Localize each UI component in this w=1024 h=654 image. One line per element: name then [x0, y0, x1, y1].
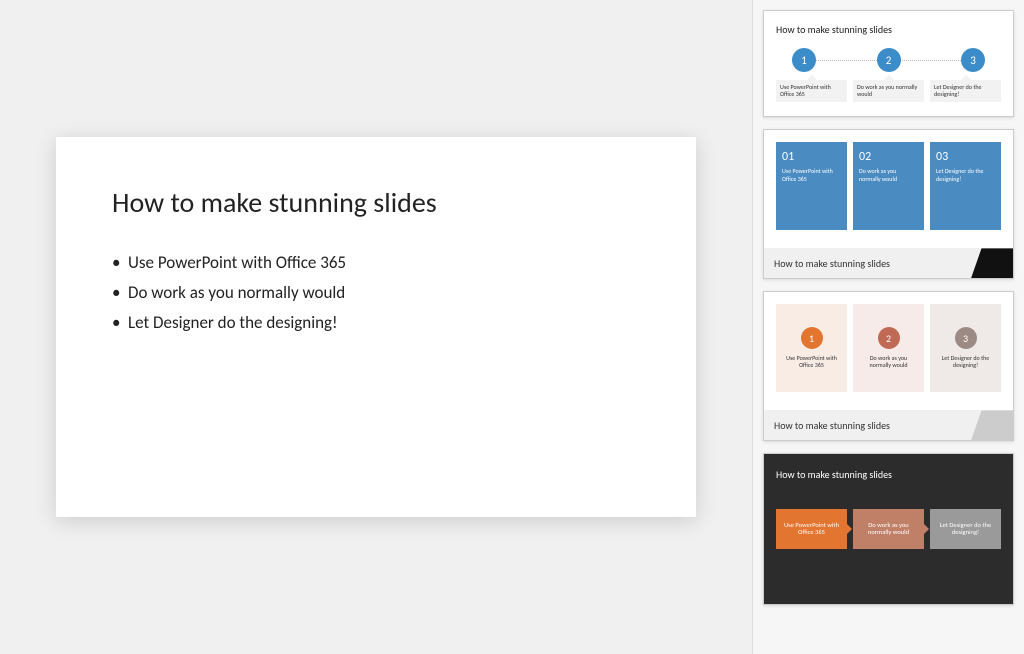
chevron-tile: Let Designer do the designing!: [930, 509, 1001, 549]
design-title: How to make stunning slides: [776, 468, 1001, 481]
slide-canvas[interactable]: How to make stunning slides Use PowerPoi…: [0, 0, 752, 654]
chevron-tile: Do work as you normally would: [853, 509, 924, 549]
tile: 1 Use PowerPoint with Office 365: [776, 304, 847, 392]
bullet-item[interactable]: Do work as you normally would: [112, 278, 640, 308]
step-caption: Do work as you normally would: [853, 80, 924, 102]
step-caption: Use PowerPoint with Office 365: [776, 80, 847, 102]
tile-number-circle: 3: [955, 327, 977, 349]
step-circle: 3: [961, 48, 985, 72]
design-footer-title: How to make stunning slides: [764, 248, 1013, 278]
design-option-dark-chevron[interactable]: How to make stunning slides Use PowerPoi…: [763, 453, 1014, 605]
tile-text: Use PowerPoint with Office 365: [782, 355, 841, 369]
step-circle: 1: [792, 48, 816, 72]
timeline-circles: 1 2 3: [776, 48, 1001, 72]
tile: 02 Do work as you normally would: [853, 142, 924, 230]
design-option-soft-tiles[interactable]: 1 Use PowerPoint with Office 365 2 Do wo…: [763, 291, 1014, 441]
tile: 3 Let Designer do the designing!: [930, 304, 1001, 392]
slide-title[interactable]: How to make stunning slides: [112, 185, 640, 220]
tile-text: Use PowerPoint with Office 365: [782, 168, 841, 182]
tile-text: Do work as you normally would: [859, 355, 918, 369]
design-footer-title: How to make stunning slides: [764, 410, 1013, 440]
main-slide[interactable]: How to make stunning slides Use PowerPoi…: [56, 137, 696, 517]
chevron-row: Use PowerPoint with Office 365 Do work a…: [776, 509, 1001, 549]
designer-panel[interactable]: How to make stunning slides 1 2 3 Use Po…: [752, 0, 1024, 654]
caption-row: Use PowerPoint with Office 365 Do work a…: [776, 80, 1001, 102]
tile-number-circle: 1: [801, 327, 823, 349]
step-circle: 2: [877, 48, 901, 72]
tile: 01 Use PowerPoint with Office 365: [776, 142, 847, 230]
tile-text: Do work as you normally would: [859, 168, 918, 182]
tile-number: 02: [859, 150, 918, 164]
tile-number: 03: [936, 150, 995, 164]
design-option-circles-timeline[interactable]: How to make stunning slides 1 2 3 Use Po…: [763, 10, 1014, 117]
tile-number-circle: 2: [878, 327, 900, 349]
bullet-list[interactable]: Use PowerPoint with Office 365 Do work a…: [112, 248, 640, 337]
tile-number: 01: [782, 150, 841, 164]
tile: 03 Let Designer do the designing!: [930, 142, 1001, 230]
tile: 2 Do work as you normally would: [853, 304, 924, 392]
chevron-tile: Use PowerPoint with Office 365: [776, 509, 847, 549]
design-option-blue-tiles[interactable]: 01 Use PowerPoint with Office 365 02 Do …: [763, 129, 1014, 279]
tile-text: Let Designer do the designing!: [936, 355, 995, 369]
bullet-item[interactable]: Let Designer do the designing!: [112, 308, 640, 338]
bullet-item[interactable]: Use PowerPoint with Office 365: [112, 248, 640, 278]
step-caption: Let Designer do the designing!: [930, 80, 1001, 102]
design-title: How to make stunning slides: [776, 23, 1001, 36]
tile-text: Let Designer do the designing!: [936, 168, 995, 182]
